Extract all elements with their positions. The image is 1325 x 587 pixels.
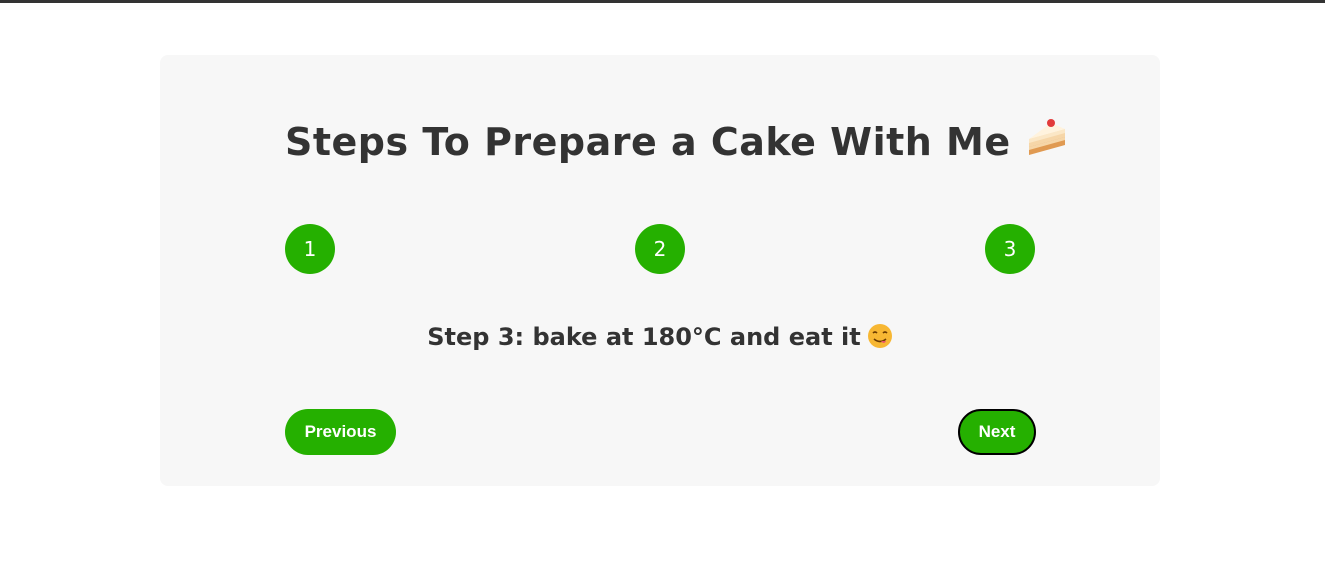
step-message-text: Step 3: bake at 180°C and eat it bbox=[427, 323, 861, 351]
step-3-circle[interactable]: 3 bbox=[985, 224, 1035, 274]
page-title-text: Steps To Prepare a Cake With Me bbox=[285, 120, 1011, 164]
page-title: Steps To Prepare a Cake With Me bbox=[285, 117, 1069, 164]
next-button[interactable]: Next bbox=[958, 409, 1036, 455]
yum-face-icon bbox=[867, 323, 893, 349]
previous-button[interactable]: Previous bbox=[285, 409, 396, 455]
step-2-circle[interactable]: 2 bbox=[635, 224, 685, 274]
cake-slice-icon bbox=[1025, 117, 1069, 161]
step-message: Step 3: bake at 180°C and eat it bbox=[160, 323, 1160, 351]
step-1-circle[interactable]: 1 bbox=[285, 224, 335, 274]
steps-card: Steps To Prepare a Cake With Me 1 2 3 St… bbox=[160, 55, 1160, 486]
top-divider bbox=[0, 0, 1325, 3]
